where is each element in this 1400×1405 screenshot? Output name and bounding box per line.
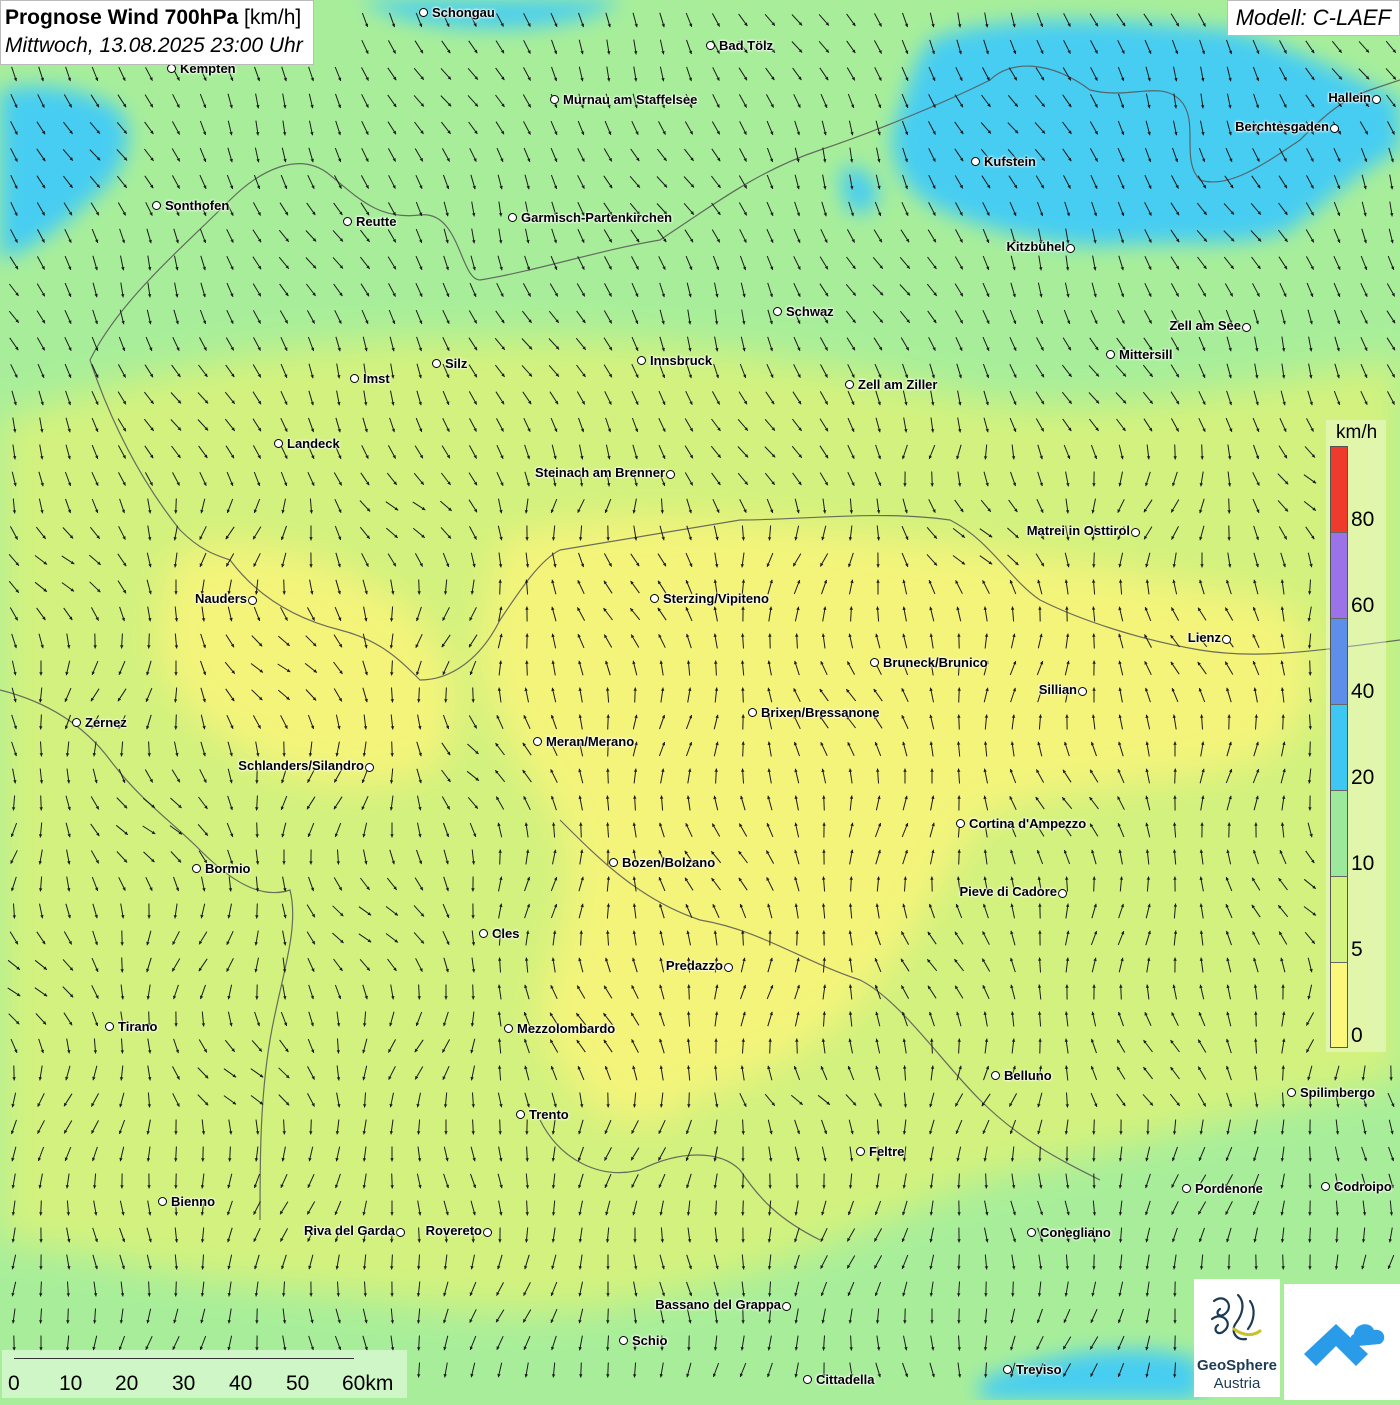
wind-map: SchongauBad TölzKemptenMurnau am Staffel…	[0, 0, 1400, 1400]
